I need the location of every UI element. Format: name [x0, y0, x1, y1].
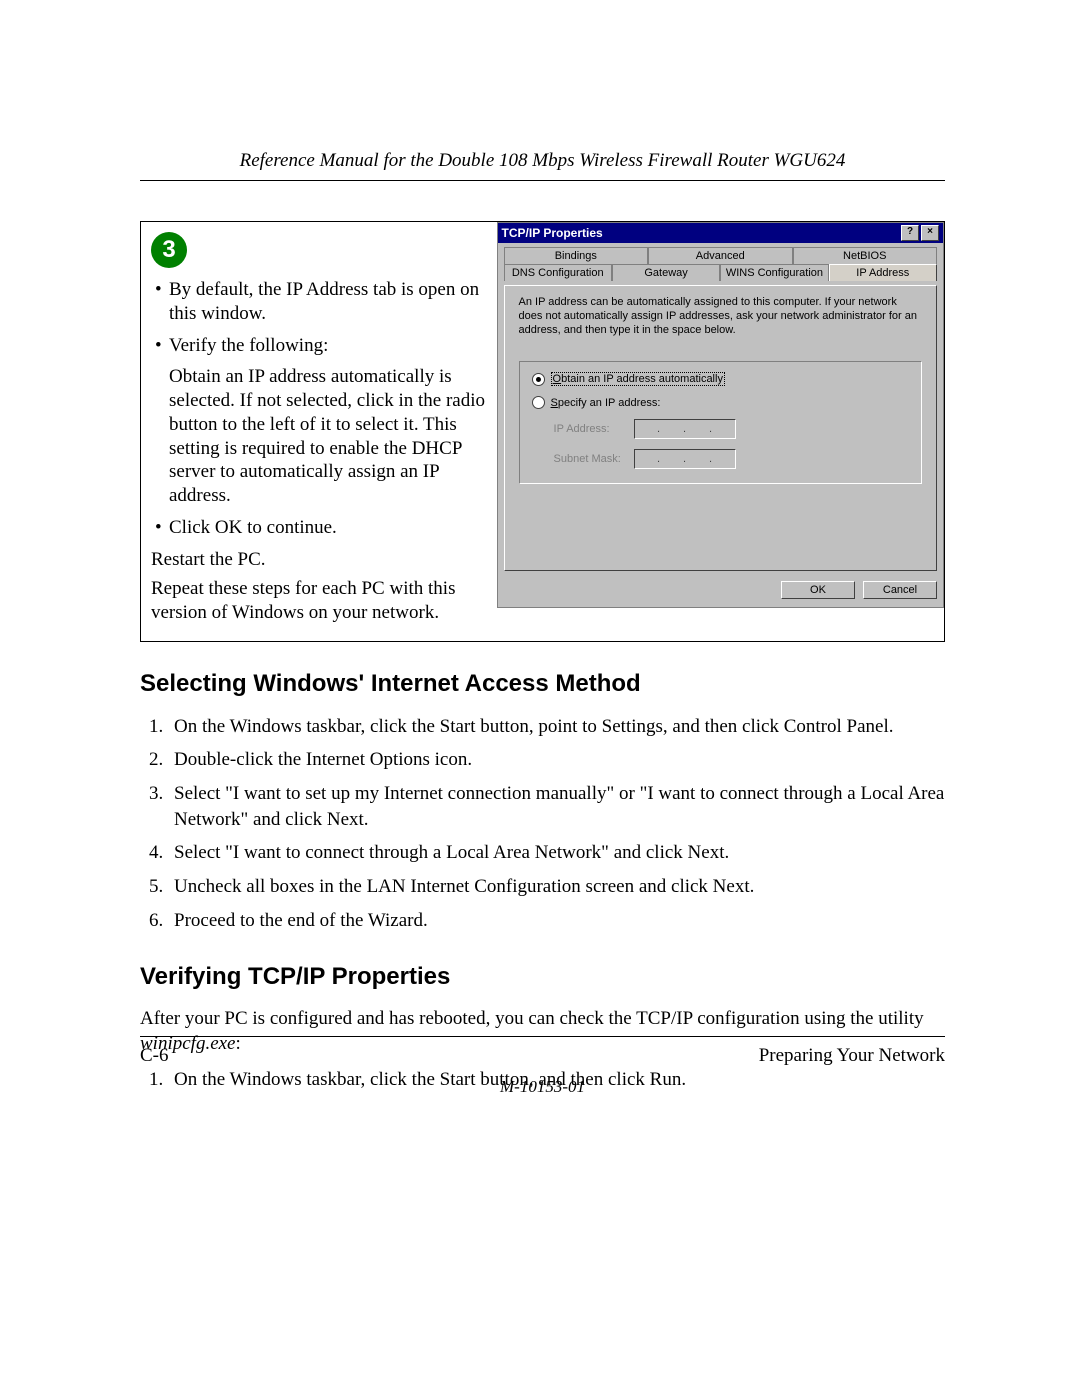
step-3-text: 3 By default, the IP Address tab is open… [141, 222, 497, 641]
dialog-titlebar: TCP/IP Properties ? × [498, 223, 943, 243]
step-item: Double-click the Internet Options icon. [168, 747, 945, 773]
ip-address-label: IP Address: [554, 423, 624, 435]
ipaddress-pane: An IP address can be automatically assig… [504, 285, 937, 571]
step-item: Proceed to the end of the Wizard. [168, 908, 945, 934]
tab-ipaddress[interactable]: IP Address [829, 264, 937, 281]
help-icon[interactable]: ? [901, 225, 919, 241]
tab-wins[interactable]: WINS Configuration [720, 264, 828, 281]
ip-address-input: . . . [634, 419, 736, 439]
dialog-title: TCP/IP Properties [502, 226, 603, 240]
radio-specify-label: Specify an IP address: [551, 397, 661, 409]
tab-gateway[interactable]: Gateway [612, 264, 720, 281]
ip-group: Obtain an IP address automatically Speci… [519, 361, 922, 484]
footer-section: Preparing Your Network [759, 1045, 945, 1067]
tcpip-dialog: TCP/IP Properties ? × Bindings Advanced … [497, 222, 944, 608]
tab-advanced[interactable]: Advanced [648, 247, 792, 264]
radio-auto-label: Obtain an IP address automatically [551, 372, 725, 386]
page-footer: C-6 Preparing Your Network M-10153-01 [140, 1036, 945, 1097]
step-item: Uncheck all boxes in the LAN Internet Co… [168, 874, 945, 900]
bullet-click-ok: Click OK to continue. [151, 516, 489, 540]
page-header: Reference Manual for the Double 108 Mbps… [140, 150, 945, 181]
subnet-mask-input: . . . [634, 449, 736, 469]
steps-selecting-method: On the Windows taskbar, click the Start … [140, 714, 945, 933]
close-icon[interactable]: × [921, 225, 939, 241]
para-repeat: Repeat these steps for each PC with this… [151, 577, 489, 625]
bullet-default-tab: By default, the IP Address tab is open o… [151, 278, 489, 326]
radio-icon [532, 396, 545, 409]
tab-bindings[interactable]: Bindings [504, 247, 648, 264]
radio-obtain-auto[interactable]: Obtain an IP address automatically [532, 372, 909, 386]
ok-button[interactable]: OK [781, 581, 855, 599]
ip-address-field: IP Address: . . . [554, 419, 909, 439]
radio-specify[interactable]: Specify an IP address: [532, 396, 909, 409]
tab-dns[interactable]: DNS Configuration [504, 264, 612, 281]
bullet-verify: Verify the following: [151, 334, 489, 358]
step-item: Select "I want to set up my Internet con… [168, 781, 945, 832]
subnet-mask-field: Subnet Mask: . . . [554, 449, 909, 469]
step-item: On the Windows taskbar, click the Start … [168, 714, 945, 740]
document-id: M-10153-01 [140, 1077, 945, 1097]
para-restart: Restart the PC. [151, 548, 489, 572]
step-item: Select "I want to connect through a Loca… [168, 840, 945, 866]
page-number: C-6 [140, 1045, 169, 1067]
step-3-block: 3 By default, the IP Address tab is open… [140, 221, 945, 642]
heading-selecting-method: Selecting Windows' Internet Access Metho… [140, 670, 945, 698]
tab-strip: Bindings Advanced NetBIOS DNS Configurat… [504, 247, 937, 281]
radio-icon [532, 373, 545, 386]
sub-obtain-ip: Obtain an IP address automatically is se… [151, 365, 489, 508]
heading-verifying-tcpip: Verifying TCP/IP Properties [140, 963, 945, 991]
cancel-button[interactable]: Cancel [863, 581, 937, 599]
tab-netbios[interactable]: NetBIOS [793, 247, 937, 264]
ip-description: An IP address can be automatically assig… [519, 296, 922, 337]
subnet-mask-label: Subnet Mask: [554, 453, 624, 465]
step-number-badge: 3 [151, 232, 187, 268]
